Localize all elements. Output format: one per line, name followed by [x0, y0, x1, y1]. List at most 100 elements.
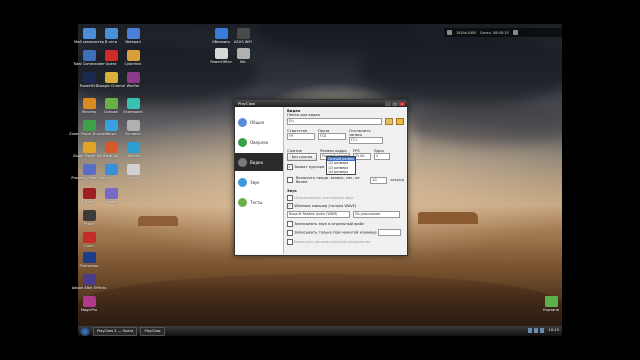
hotkey-start-input[interactable]: F9 — [287, 133, 315, 140]
desktop-icon-label: FastCall — [104, 154, 118, 158]
desktop-icon-col3-5-icon-glyph — [126, 142, 140, 153]
codec-button[interactable]: Без сжатия — [287, 153, 317, 161]
desktop-icon-left-8-icon-glyph — [82, 210, 96, 221]
desktop-icon-col3-2-icon[interactable]: WinRar — [118, 72, 148, 88]
overlay-icon — [238, 137, 247, 147]
desktop-icon-col2-7-icon[interactable]: Visual — [96, 188, 126, 204]
hotkey-switch-label: Отключить запись — [349, 129, 371, 137]
desktop-icon-col3-6-icon-glyph — [126, 164, 140, 175]
folder-input[interactable]: D:\ — [287, 118, 382, 125]
audio-section-title: Звук — [287, 189, 297, 193]
nav-item-4[interactable]: Тесты — [235, 193, 283, 211]
desktop-icon-label: Adobe After Effects — [71, 286, 107, 290]
tray-icon[interactable] — [534, 328, 538, 333]
nav-item-2[interactable]: Видео — [235, 153, 283, 171]
desktop-icon-left-9-icon-glyph — [82, 232, 96, 243]
desktop-icon-left-0-icon-glyph — [82, 28, 96, 39]
video-icon — [238, 157, 247, 167]
desktop-icon-col3-0-icon-glyph — [126, 28, 140, 39]
test-icon — [238, 197, 247, 207]
desktop-icon-left-12-icon[interactable]: MagicPro — [74, 296, 104, 312]
desktop-icon-col3-1-icon[interactable]: Cyberlink — [118, 50, 148, 66]
desktop-icon-label: Nero — [84, 200, 94, 204]
system-sound-label: Использовать системный звук — [294, 196, 354, 200]
recycle-bin-icon[interactable]: Корзина — [536, 296, 566, 312]
key-record-checkbox[interactable] — [287, 229, 293, 236]
desktop-icon-left-5-icon-glyph — [82, 142, 96, 153]
prerecord-unit: секунд — [390, 178, 404, 182]
desktop-icon-col3-3-icon-glyph — [126, 98, 140, 109]
desktop-icon-left-8-icon[interactable]: Proxy — [74, 210, 104, 226]
audio-device-select[interactable]: Вход Ф Realtek Audio (WDM) — [287, 211, 350, 218]
desktop-icon-label: Cyberlink — [124, 62, 142, 66]
browse-folder-icon[interactable] — [385, 118, 393, 125]
desktop-icon-left-9-icon[interactable]: Corel — [74, 232, 104, 248]
taskbar-item-opera[interactable]: PlayClaw 5 — Opera — [93, 326, 138, 336]
open-folder-icon[interactable] — [396, 118, 404, 125]
nav-item-label: Тесты — [250, 199, 263, 205]
desktop-icon-top-0-icon-glyph — [214, 28, 228, 39]
nav-item-label: Оверлеи — [250, 139, 269, 145]
desktop-icon-top-2-icon[interactable]: ASUS WiFi — [228, 28, 258, 44]
desktop-icon-left-10-icon[interactable]: Photoshop — [74, 252, 104, 268]
settings-icon[interactable] — [512, 30, 518, 35]
nav-item-3[interactable]: Звук — [235, 173, 283, 191]
window-titlebar[interactable]: PlayClaw _ □ x — [235, 100, 407, 107]
desktop-icon-left-7-icon-glyph — [82, 188, 96, 199]
desktop-icon-label: Utilities — [126, 154, 140, 158]
nav-item-1[interactable]: Оверлеи — [235, 133, 283, 151]
status-text: Сенск. 08:00:15 — [479, 30, 509, 35]
desktop-icon-label: Skype — [105, 132, 117, 136]
desktop-icon-col3-4-icon[interactable]: Вставка — [118, 120, 148, 136]
desktop-icon-col3-5-icon[interactable]: Utilities — [118, 142, 148, 158]
separate-file-checkbox[interactable] — [287, 221, 293, 227]
system-sound-checkbox[interactable] — [287, 195, 293, 201]
desktop-icon-col2-6-icon-glyph — [104, 164, 118, 175]
desktop-icon-label: Tools — [128, 176, 138, 180]
minimize-button[interactable]: _ — [385, 101, 391, 106]
capture-cursor-label: Захват курсора — [294, 165, 325, 169]
desktop-icon-left-1-icon-glyph — [82, 50, 96, 61]
frame-size-option[interactable]: 1/4 размера — [327, 170, 355, 174]
desktop-icon-label: Proxy — [84, 222, 94, 226]
record-key-input[interactable] — [377, 229, 401, 236]
desktop-icon-label: ICQ — [107, 176, 115, 180]
desktop-icon-col3-3-icon[interactable]: Sharepoint — [118, 98, 148, 114]
desktop-icon-label: ASUS WiFi — [233, 40, 253, 44]
maximize-button[interactable]: □ — [392, 101, 398, 106]
taskbar-item-playclaw[interactable]: PlayClaw — [140, 326, 165, 336]
prerecord-input[interactable]: 10 — [370, 176, 388, 184]
prerecord-checkbox[interactable] — [287, 177, 293, 183]
start-button[interactable] — [80, 326, 90, 336]
desktop-icon-col3-0-icon[interactable]: Notepad — [118, 28, 148, 44]
desktop-icon-left-3-icon-glyph — [82, 98, 96, 109]
capture-cursor-checkbox[interactable] — [287, 164, 293, 170]
hotkey-pause-input[interactable]: F10 — [318, 133, 346, 140]
nav-item-0[interactable]: Общее — [235, 113, 283, 131]
desktop-icon-col2-5-icon-glyph — [104, 142, 118, 153]
auto-split-checkbox[interactable] — [287, 239, 293, 245]
settings-icon — [238, 117, 247, 127]
close-button[interactable]: x — [399, 101, 405, 106]
threads-select[interactable]: 4 — [374, 153, 390, 160]
monitor-icon — [447, 30, 452, 35]
nav-item-label: Общее — [250, 119, 265, 125]
clock[interactable]: 10:15 — [549, 328, 559, 332]
tray-icon[interactable] — [528, 328, 532, 333]
wave-mixer-checkbox[interactable] — [287, 203, 293, 209]
tray-icon[interactable] — [540, 328, 544, 333]
desktop-icon-left-4-icon-glyph — [82, 120, 96, 131]
desktop-icon-left-11-icon[interactable]: Adobe After Effects — [71, 274, 107, 290]
desktop-icon-col2-7-icon-glyph — [104, 188, 118, 199]
desktop-icon-left-2-icon-glyph — [82, 72, 96, 83]
desktop-icon-left-10-icon-glyph — [82, 252, 96, 263]
desktop-icon-col3-1-icon-glyph — [126, 50, 140, 61]
desktop-icon-left-6-icon-glyph — [82, 164, 96, 175]
hotkey-switch-input[interactable]: F11 — [349, 137, 383, 144]
desktop-icon-label: Notepad — [125, 40, 141, 44]
desktop-icon-col2-0-icon-glyph — [104, 28, 118, 39]
audio-format-select[interactable]: По умолчанию — [353, 211, 400, 218]
desktop-icon-col3-6-icon[interactable]: Tools — [118, 164, 148, 180]
desktop-icon-top-3-icon[interactable]: Mic — [228, 48, 258, 64]
nav-item-label: Видео — [250, 159, 264, 165]
